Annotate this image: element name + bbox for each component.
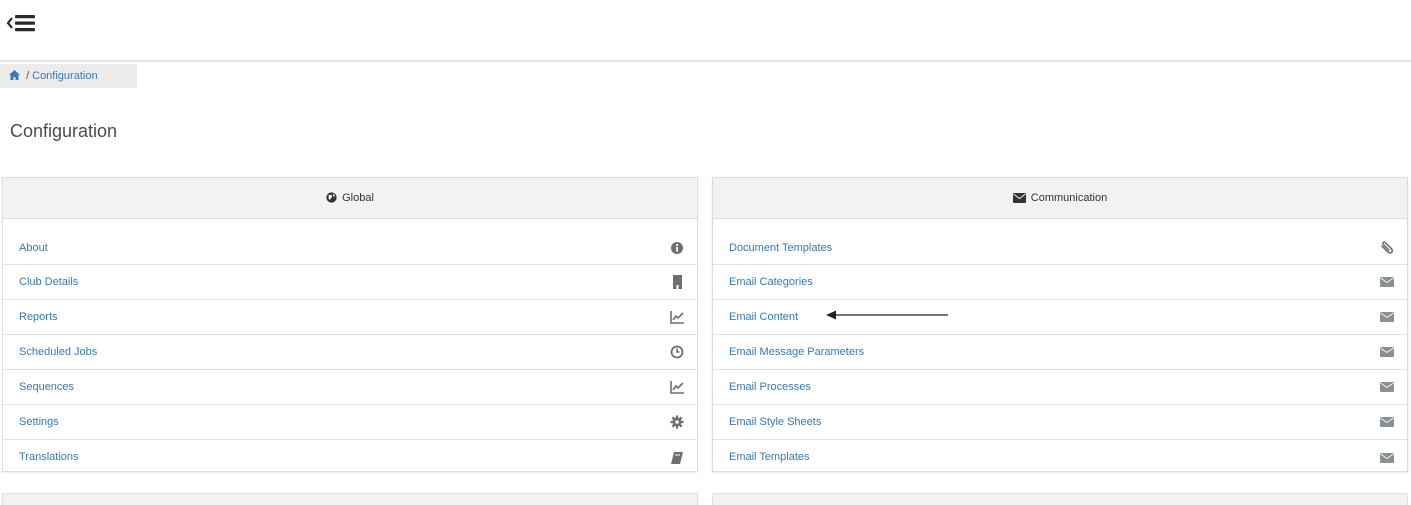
communication-panel: Communication Document Templates Email C… xyxy=(712,177,1408,472)
communication-item-label: Email Templates xyxy=(729,451,810,463)
communication-item-label: Email Processes xyxy=(729,381,811,393)
breadcrumb-current: Configuration xyxy=(32,70,98,82)
gear-icon xyxy=(670,415,684,429)
clock-icon xyxy=(670,345,684,359)
communication-panel-header: Communication xyxy=(713,178,1407,219)
global-panel-header: Global xyxy=(3,178,697,219)
communication-item-label: Document Templates xyxy=(729,242,833,254)
next-panel-header-right xyxy=(712,493,1408,505)
global-list: About Club Details Reports Scheduled Job… xyxy=(3,219,697,475)
envelope-icon xyxy=(1380,277,1394,287)
global-item-settings[interactable]: Settings xyxy=(3,405,697,440)
communication-item-label: Email Categories xyxy=(729,276,813,288)
communication-item-email-processes[interactable]: Email Processes xyxy=(713,370,1407,405)
global-item-label: About xyxy=(19,242,48,254)
envelope-icon xyxy=(1380,382,1394,392)
global-item-label: Club Details xyxy=(19,276,79,288)
global-item-translations[interactable]: Translations xyxy=(3,440,697,475)
next-panel-header-left xyxy=(2,493,698,505)
global-item-label: Settings xyxy=(19,416,59,428)
breadcrumb: / Configuration xyxy=(0,64,137,88)
global-item-label: Scheduled Jobs xyxy=(19,346,98,358)
globe-icon xyxy=(326,192,337,203)
line-chart-icon xyxy=(670,311,684,324)
page-title: Configuration xyxy=(10,121,118,141)
building-icon xyxy=(673,275,682,289)
envelope-icon xyxy=(1380,312,1394,322)
communication-item-document-templates[interactable]: Document Templates xyxy=(713,219,1407,265)
envelope-icon xyxy=(1012,193,1026,203)
communication-list: Document Templates Email Categories Emai… xyxy=(713,219,1407,475)
menu-toggle-icon[interactable] xyxy=(6,12,40,34)
communication-item-email-templates[interactable]: Email Templates xyxy=(713,440,1407,475)
global-item-label: Translations xyxy=(19,451,79,463)
communication-item-email-message-parameters[interactable]: Email Message Parameters xyxy=(713,335,1407,370)
book-icon xyxy=(671,451,683,464)
envelope-icon xyxy=(1380,452,1394,463)
global-item-about[interactable]: About xyxy=(3,219,697,265)
home-icon[interactable] xyxy=(9,70,20,80)
global-item-label: Reports xyxy=(19,311,58,323)
top-bar xyxy=(0,0,1411,62)
line-chart-icon xyxy=(670,381,684,394)
communication-item-label: Email Message Parameters xyxy=(729,346,865,358)
communication-item-email-categories[interactable]: Email Categories xyxy=(713,265,1407,300)
communication-item-label: Email Content xyxy=(729,311,799,323)
global-item-sequences[interactable]: Sequences xyxy=(3,370,697,405)
communication-item-label: Email Style Sheets xyxy=(729,416,822,428)
breadcrumb-separator: / xyxy=(26,70,30,82)
global-item-scheduled-jobs[interactable]: Scheduled Jobs xyxy=(3,335,697,370)
global-panel: Global About Club Details Reports Schedu… xyxy=(2,177,698,472)
global-panel-title: Global xyxy=(342,192,374,204)
global-item-label: Sequences xyxy=(19,381,75,393)
global-item-reports[interactable]: Reports xyxy=(3,300,697,335)
annotation-arrow-icon xyxy=(826,310,948,320)
paperclip-icon xyxy=(1381,240,1394,254)
info-icon xyxy=(671,241,683,254)
envelope-icon xyxy=(1380,417,1394,427)
communication-item-email-style-sheets[interactable]: Email Style Sheets xyxy=(713,405,1407,440)
communication-item-email-content[interactable]: Email Content xyxy=(713,300,1407,335)
communication-panel-title: Communication xyxy=(1030,192,1108,204)
global-item-club-details[interactable]: Club Details xyxy=(3,265,697,300)
envelope-icon xyxy=(1380,347,1394,357)
